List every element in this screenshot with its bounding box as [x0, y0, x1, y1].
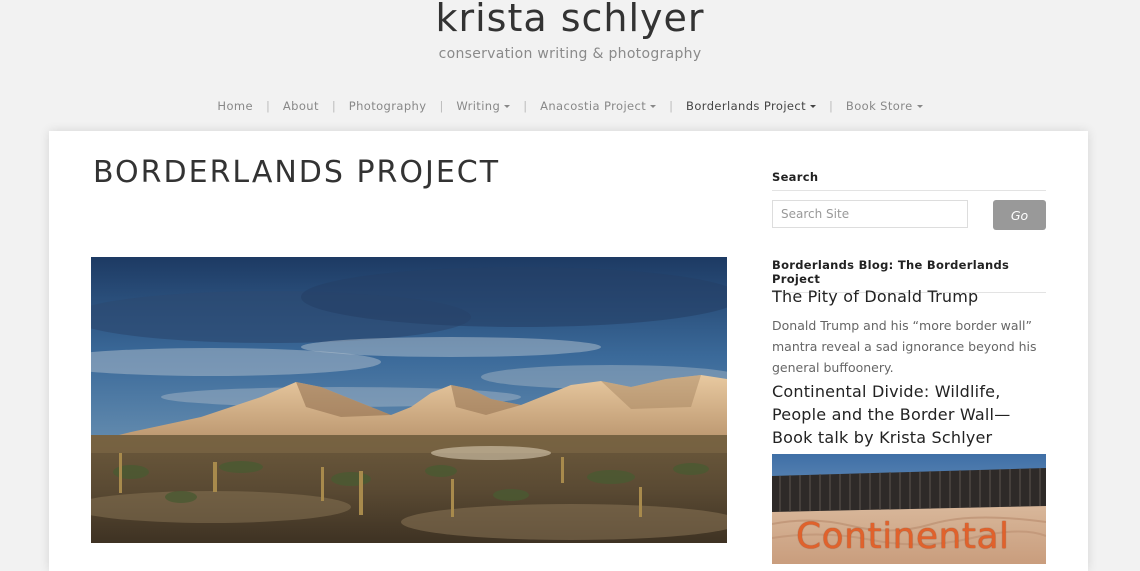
- page-title: BORDERLANDS PROJECT: [93, 155, 501, 190]
- nav-item-photography[interactable]: Photography: [336, 99, 440, 113]
- caret-down-icon: [810, 105, 817, 108]
- desert-landscape-photo: [91, 257, 727, 543]
- caret-down-icon: [916, 105, 923, 108]
- caret-down-icon: [650, 105, 657, 108]
- nav-item-label: About: [282, 99, 319, 113]
- search-widget-title: Search: [772, 170, 1046, 191]
- thumbnail-caption: Continental: [796, 516, 1010, 557]
- nav-item-about[interactable]: About: [270, 99, 332, 113]
- nav-item-label: Photography: [348, 99, 427, 113]
- caret-down-icon: [504, 105, 511, 108]
- go-button[interactable]: Go: [993, 200, 1046, 230]
- site-tagline: conservation writing & photography: [438, 46, 702, 62]
- post-title-link[interactable]: The Pity of Donald Trump: [772, 285, 1046, 308]
- nav-item-label: Writing: [456, 99, 501, 113]
- nav-item-book-store[interactable]: Book Store: [833, 99, 936, 113]
- post-title-link[interactable]: Continental Divide: Wildlife, People and…: [772, 380, 1046, 449]
- nav-item-anacostia-project[interactable]: Anacostia Project: [527, 99, 669, 113]
- main-nav: Home | About | Photography | Writing | Anacostia…: [0, 99, 1140, 113]
- nav-item-label: Anacostia Project: [540, 99, 647, 113]
- search-input[interactable]: [772, 200, 968, 228]
- nav-item-label: Borderlands Project: [686, 99, 807, 113]
- nav-item-label: Home: [217, 99, 253, 113]
- site-title[interactable]: krista schlyer: [0, 0, 1140, 40]
- post-thumbnail[interactable]: Continental: [772, 454, 1046, 564]
- content-card: BORDERLANDS PROJECT Search Search Site G…: [49, 131, 1088, 571]
- post-excerpt: Donald Trump and his “more border wall” …: [772, 318, 1037, 375]
- nav-item-home[interactable]: Home: [204, 99, 266, 113]
- nav-item-writing[interactable]: Writing: [443, 99, 523, 113]
- nav-item-borderlands-project[interactable]: Borderlands Project: [673, 99, 829, 113]
- nav-item-label: Book Store: [845, 99, 913, 113]
- hero-image: [91, 257, 727, 543]
